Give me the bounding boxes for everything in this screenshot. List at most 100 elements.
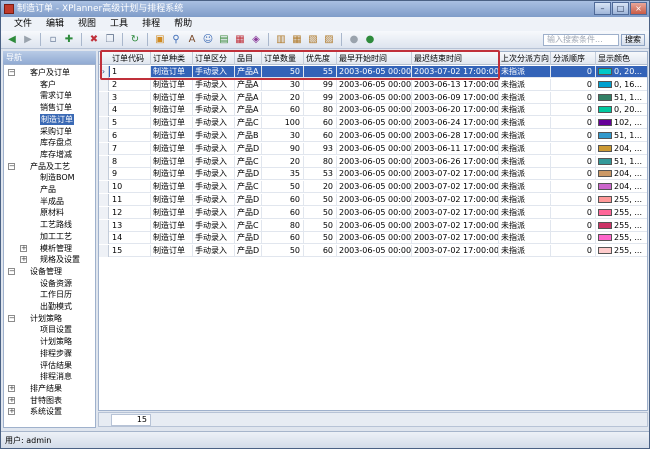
table-row[interactable]: 6 制造订单 手动录入 产品B 30 60 2003-06-05 00:00... 2003-…	[99, 130, 647, 142]
nav-item[interactable]: 规格及设置	[40, 254, 80, 265]
table-cell[interactable]: 产品A	[235, 78, 262, 91]
table-cell[interactable]: 未指派	[499, 78, 551, 91]
table-cell[interactable]: 255, ...	[596, 220, 647, 232]
table-cell[interactable]: 2003-06-20 17:00:00	[412, 104, 499, 117]
table-cell[interactable]: 2003-06-05 00:00...	[337, 219, 412, 232]
table-row[interactable]: 7 制造订单 手动录入 产品D 90 93 2003-06-05 00:00... 2003-…	[99, 142, 647, 155]
grid-icon[interactable]: ▥	[274, 33, 288, 47]
table-cell[interactable]: 255, ...	[596, 194, 647, 206]
table-cell[interactable]: 20	[262, 91, 304, 104]
table-cell[interactable]: 制造订单	[151, 232, 193, 245]
table-cell[interactable]: 未指派	[499, 142, 551, 155]
table-cell[interactable]: 2003-06-09 17:00:00	[412, 91, 499, 104]
table-cell[interactable]: 制造订单	[151, 78, 193, 91]
table-cell[interactable]: 0	[551, 142, 596, 155]
nav-item[interactable]: 排程消息	[40, 371, 72, 382]
nav-item[interactable]: 设备资源	[40, 278, 72, 289]
collapse-icon[interactable]: −	[8, 267, 15, 275]
table-cell[interactable]: 产品D	[235, 206, 262, 219]
chart-icon[interactable]: ▤	[217, 33, 231, 47]
eraser-icon[interactable]: ◈	[249, 33, 263, 47]
nav-item[interactable]: 制造订单	[40, 113, 74, 125]
table-cell[interactable]: 99	[304, 78, 337, 91]
table-cell[interactable]: 60	[262, 104, 304, 117]
table-row[interactable]: 9 制造订单 手动录入 产品D 35 53 2003-06-05 00:00... 2003-…	[99, 168, 647, 181]
table-cell[interactable]: 9	[110, 168, 151, 181]
collapse-icon[interactable]: −	[8, 162, 15, 170]
table-cell[interactable]: 2003-06-05 00:00...	[337, 194, 412, 206]
nav-item[interactable]: 工艺路线	[40, 219, 72, 230]
menu-view[interactable]: 视图	[71, 17, 103, 31]
table-cell[interactable]: 0	[551, 104, 596, 117]
table-cell[interactable]: 制造订单	[151, 194, 193, 206]
table-cell[interactable]: 0	[551, 206, 596, 219]
table-cell[interactable]: 0	[551, 91, 596, 104]
table-cell[interactable]: 20	[304, 181, 337, 194]
table-cell[interactable]: 50	[304, 206, 337, 219]
table-cell[interactable]: 手动录入	[193, 232, 235, 245]
table-cell[interactable]: 2003-06-05 00:00...	[337, 130, 412, 142]
table-cell[interactable]: 产品B	[235, 130, 262, 142]
nav-item[interactable]: 甘特图表	[30, 395, 62, 406]
collapse-icon[interactable]: −	[8, 314, 15, 322]
table-cell[interactable]: 0	[551, 194, 596, 206]
table-cell[interactable]: 80	[304, 104, 337, 117]
table-cell[interactable]: 2003-06-11 17:00:00	[412, 142, 499, 155]
table-cell[interactable]: 未指派	[499, 245, 551, 258]
table-cell[interactable]: 0	[551, 66, 596, 78]
nav-item[interactable]: 半成品	[40, 196, 64, 207]
table-cell[interactable]: 0, 20...	[596, 104, 647, 116]
table-cell[interactable]: 5	[110, 117, 151, 130]
table-cell[interactable]: 制造订单	[151, 117, 193, 130]
table-cell[interactable]: 30	[262, 78, 304, 91]
table-cell[interactable]: 0	[551, 130, 596, 142]
table-cell[interactable]: 50	[262, 245, 304, 258]
delete-icon[interactable]: ✖	[87, 33, 101, 47]
nav-item[interactable]: 计划策略	[40, 336, 72, 347]
table-cell[interactable]: 0	[551, 219, 596, 232]
search-button[interactable]: 搜索	[621, 34, 645, 46]
user-icon[interactable]: ☺	[201, 33, 215, 47]
table-cell[interactable]: 50	[304, 232, 337, 245]
table-cell[interactable]: 0	[551, 78, 596, 91]
table-cell[interactable]: 手动录入	[193, 206, 235, 219]
export-icon[interactable]: ▧	[306, 33, 320, 47]
table-cell[interactable]: 2003-07-02 17:00:00	[412, 194, 499, 206]
expand-icon[interactable]: +	[8, 408, 15, 416]
minimize-button[interactable]: –	[594, 2, 611, 15]
table-cell[interactable]: 4	[110, 104, 151, 117]
table-cell[interactable]: 未指派	[499, 232, 551, 245]
table-cell[interactable]: 2003-06-05 00:00...	[337, 206, 412, 219]
menu-file[interactable]: 文件	[7, 17, 39, 31]
table-icon[interactable]: ▦	[290, 33, 304, 47]
table-cell[interactable]: 制造订单	[151, 155, 193, 168]
table-row[interactable]: 15 制造订单 手动录入 产品D 50 60 2003-06-05 00:00... 2003…	[99, 245, 647, 258]
table-cell[interactable]: 102, ...	[596, 117, 647, 129]
table-cell[interactable]: 手动录入	[193, 194, 235, 206]
nav-item[interactable]: 工作日历	[40, 289, 72, 300]
table-cell[interactable]: 未指派	[499, 194, 551, 206]
table-cell[interactable]: 80	[262, 219, 304, 232]
nav-item[interactable]: 原材料	[40, 207, 64, 218]
nav-item[interactable]: 排程步骤	[40, 348, 72, 359]
expand-icon[interactable]: +	[20, 256, 27, 264]
table-cell[interactable]: 手动录入	[193, 155, 235, 168]
table-cell[interactable]: 10	[110, 181, 151, 194]
table-cell[interactable]: 2003-06-05 00:00...	[337, 245, 412, 258]
table-cell[interactable]: 产品D	[235, 142, 262, 155]
nav-item[interactable]: 客户	[40, 79, 56, 90]
table-cell[interactable]: 204, ...	[596, 168, 647, 180]
table-cell[interactable]: 未指派	[499, 91, 551, 104]
table-cell[interactable]: 255, ...	[596, 245, 647, 257]
new-icon[interactable]: ▫	[46, 33, 60, 47]
table-cell[interactable]: 2	[110, 78, 151, 91]
maximize-button[interactable]: □	[612, 2, 629, 15]
table-cell[interactable]: 15	[110, 245, 151, 258]
nav-item[interactable]: 设备管理	[30, 266, 62, 277]
table-cell[interactable]: 0	[551, 155, 596, 168]
table-cell[interactable]: 产品C	[235, 181, 262, 194]
table-cell[interactable]: 2003-07-02 17:00:00	[412, 168, 499, 181]
table-cell[interactable]: 2003-06-05 00:00...	[337, 181, 412, 194]
table-cell[interactable]: 未指派	[499, 219, 551, 232]
copy-icon[interactable]: ❐	[103, 33, 117, 47]
